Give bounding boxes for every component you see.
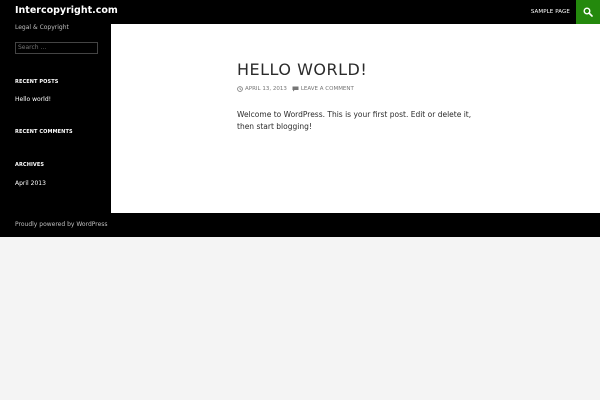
site-tagline: Legal & Copyright [15, 24, 69, 31]
comment-icon [292, 86, 299, 92]
nav-item-sample-page[interactable]: SAMPLE PAGE [531, 8, 570, 16]
recent-posts-heading: RECENT POSTS [15, 79, 59, 85]
page: Intercopyright.com SAMPLE PAGE Legal & C… [0, 0, 600, 400]
site-header: Intercopyright.com SAMPLE PAGE [0, 0, 600, 24]
post-meta: APRIL 13, 2013 LEAVE A COMMENT [237, 85, 359, 93]
search-toggle-button[interactable] [576, 0, 600, 24]
leave-comment-link[interactable]: LEAVE A COMMENT [292, 85, 354, 93]
recent-comments-heading: RECENT COMMENTS [15, 129, 73, 135]
footer-credit-link[interactable]: Proudly powered by WordPress [15, 221, 108, 229]
post-title[interactable]: HELLO WORLD! [237, 60, 367, 80]
sidebar-search-input[interactable] [15, 42, 98, 54]
post-date: APRIL 13, 2013 [245, 86, 287, 92]
sidebar: Legal & Copyright RECENT POSTS Hello wor… [0, 24, 111, 213]
content-area: HELLO WORLD! APRIL 13, 2013 LEAVE A COMM… [111, 24, 600, 213]
site-footer: Proudly powered by WordPress [0, 213, 600, 237]
recent-post-link[interactable]: Hello world! [15, 96, 51, 104]
clock-icon [237, 86, 243, 92]
search-icon [583, 7, 593, 17]
archive-link-april-2013[interactable]: April 2013 [15, 180, 46, 188]
post-date-link[interactable]: APRIL 13, 2013 [237, 85, 287, 93]
archives-heading: ARCHIVES [15, 162, 45, 168]
site-title-link[interactable]: Intercopyright.com [15, 5, 118, 17]
post-body: Welcome to WordPress. This is your first… [237, 110, 472, 131]
leave-comment-label: LEAVE A COMMENT [300, 86, 354, 92]
